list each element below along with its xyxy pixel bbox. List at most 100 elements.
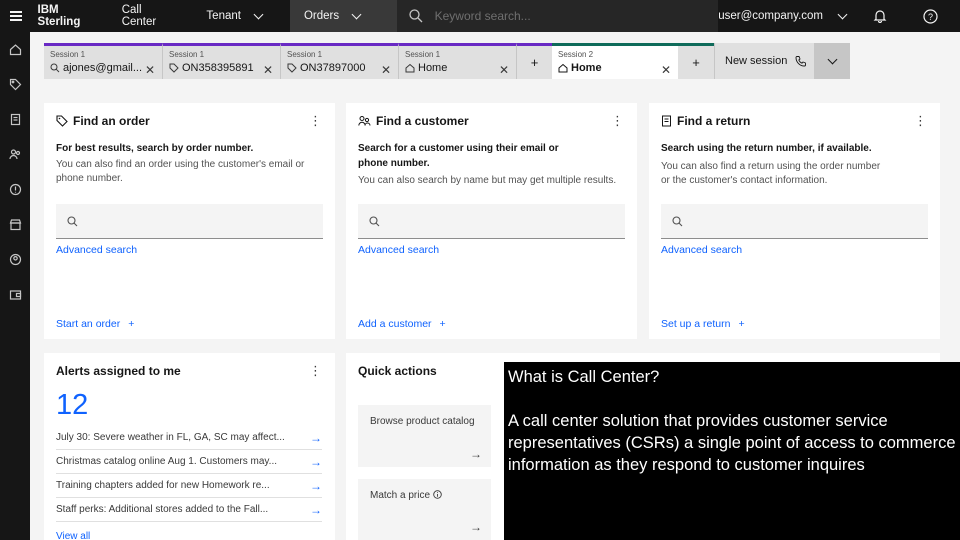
quick-actions-title: Quick actions [358,364,437,378]
browse-catalog-tile[interactable]: Browse product catalog → [358,405,491,467]
close-icon[interactable]: ✕ [145,63,155,77]
return-search-input[interactable] [661,204,928,239]
session-label: Session 1 [287,50,323,59]
close-icon[interactable]: ✕ [381,63,391,77]
alert-item[interactable]: Training chapters added for new Homework… [56,474,322,498]
card-title: Find a customer [358,114,469,128]
start-order-link[interactable]: Start an order + [56,318,134,330]
overflow-menu-icon[interactable]: ⋮ [309,114,322,127]
advanced-search-link[interactable]: Advanced search [358,244,439,256]
wallet-icon[interactable] [0,277,30,312]
chevron-down-icon [837,9,848,19]
alerts-card: Alerts assigned to me ⋮ 12 July 30: Seve… [44,353,335,540]
add-tab-button[interactable]: + [516,43,552,79]
find-return-card: Find a return ⋮ Search using the return … [649,103,940,339]
help-icon[interactable]: ? [914,0,946,32]
arrow-right-icon: → [310,454,322,469]
arrow-right-icon: → [310,430,322,445]
card-description: You can also find a return using the ord… [661,161,881,186]
add-tab-button[interactable]: + [678,43,714,79]
user-menu[interactable]: user@company.com [718,9,848,22]
session-tab-label: ON358395891 [182,62,254,74]
advanced-search-link[interactable]: Advanced search [56,244,137,256]
user-profile-icon[interactable] [0,242,30,277]
add-icon: + [439,318,446,330]
notification-bell-icon[interactable] [864,0,896,32]
alert-item[interactable]: Christmas catalog online Aug 1. Customer… [56,450,322,474]
overflow-menu-icon[interactable]: ⋮ [611,114,624,127]
find-order-card: Find an order ⋮ For best results, search… [44,103,335,339]
card-title: Find a return [661,114,750,128]
info-icon [433,490,442,499]
session-tab-active[interactable]: Session 2 Home ✕ [552,43,678,79]
chevron-down-icon [351,9,362,19]
new-session-button[interactable]: New session [714,43,814,79]
session-tab-label: Home [418,62,448,74]
close-icon[interactable]: ✕ [499,63,509,77]
arrow-right-icon: → [470,520,482,534]
session-tab[interactable]: Session 1 Home ✕ [398,43,516,79]
tag-icon[interactable] [0,67,30,102]
setup-return-label: Set up a return [661,318,731,330]
add-customer-link[interactable]: Add a customer + [358,318,446,330]
product-name: Call Center [121,4,157,28]
start-order-label: Start an order [56,318,121,330]
add-customer-label: Add a customer [358,318,432,330]
match-price-tile[interactable]: Match a price → [358,479,491,540]
tag-icon [169,63,179,73]
alert-item[interactable]: Staff perks: Additional stores added to … [56,498,322,522]
session-tab-label: ajones@gmail... [63,62,143,74]
arrow-right-icon: → [310,478,322,493]
session-tab-label: Home [571,62,602,74]
store-icon[interactable] [0,207,30,242]
advanced-search-link[interactable]: Advanced search [661,244,742,256]
tile-label: Browse product catalog [370,416,475,427]
alert-text: Training chapters added for new Homework… [56,480,270,491]
session-label: Session 1 [50,50,86,59]
alerts-title: Alerts assigned to me [56,364,181,378]
orders-label: Orders [303,10,340,22]
session-tab[interactable]: Session 1 ON37897000 ✕ [280,43,398,79]
orders-menu-dropdown[interactable]: Orders [289,0,397,32]
search-icon [50,63,60,73]
customer-search-input[interactable] [358,204,625,239]
phone-icon [795,56,807,67]
search-icon [408,9,423,23]
search-icon [672,215,683,226]
tenant-label: Tenant [206,10,241,22]
brand-name[interactable]: IBM Sterling [32,4,112,28]
search-icon [67,215,78,226]
overflow-menu-icon[interactable]: ⋮ [309,364,322,377]
left-navigation [0,32,30,540]
alert-icon[interactable] [0,172,30,207]
order-search-input[interactable] [56,204,323,239]
overflow-menu-icon[interactable]: ⋮ [914,114,927,127]
arrow-right-icon: → [310,502,322,517]
hamburger-menu-icon[interactable] [0,0,32,32]
home-icon [405,63,415,73]
session-label: Session 2 [558,50,594,59]
document-icon[interactable] [0,102,30,137]
session-label: Session 1 [169,50,205,59]
alert-item[interactable]: July 30: Severe weather in FL, GA, SC ma… [56,426,322,450]
card-instruction: Search for a customer using their email … [358,143,559,169]
home-icon[interactable] [0,32,30,67]
top-header: IBM Sterling Call Center Tenant Orders K… [0,0,960,32]
alerts-count: 12 [56,389,89,421]
session-dropdown-button[interactable] [814,43,850,79]
session-tab[interactable]: Session 1 ajones@gmail... ✕ [44,43,162,79]
close-icon[interactable]: ✕ [661,63,671,77]
user-email: user@company.com [718,10,823,22]
setup-return-link[interactable]: Set up a return + [661,318,745,330]
keyword-search-input[interactable]: Keyword search... [396,0,719,32]
session-tab[interactable]: Session 1 ON358395891 ✕ [162,43,280,79]
overlay-body: A call center solution that provides cus… [508,412,956,474]
tenant-dropdown[interactable]: Tenant [192,9,276,22]
user-area: user@company.com ? [718,0,960,32]
card-title: Find an order [56,114,150,128]
users-icon[interactable] [0,137,30,172]
info-overlay: What is Call Center? A call center solut… [504,362,960,540]
arrow-right-icon: → [470,447,482,461]
view-all-link[interactable]: View all [56,531,90,540]
close-icon[interactable]: ✕ [263,63,273,77]
